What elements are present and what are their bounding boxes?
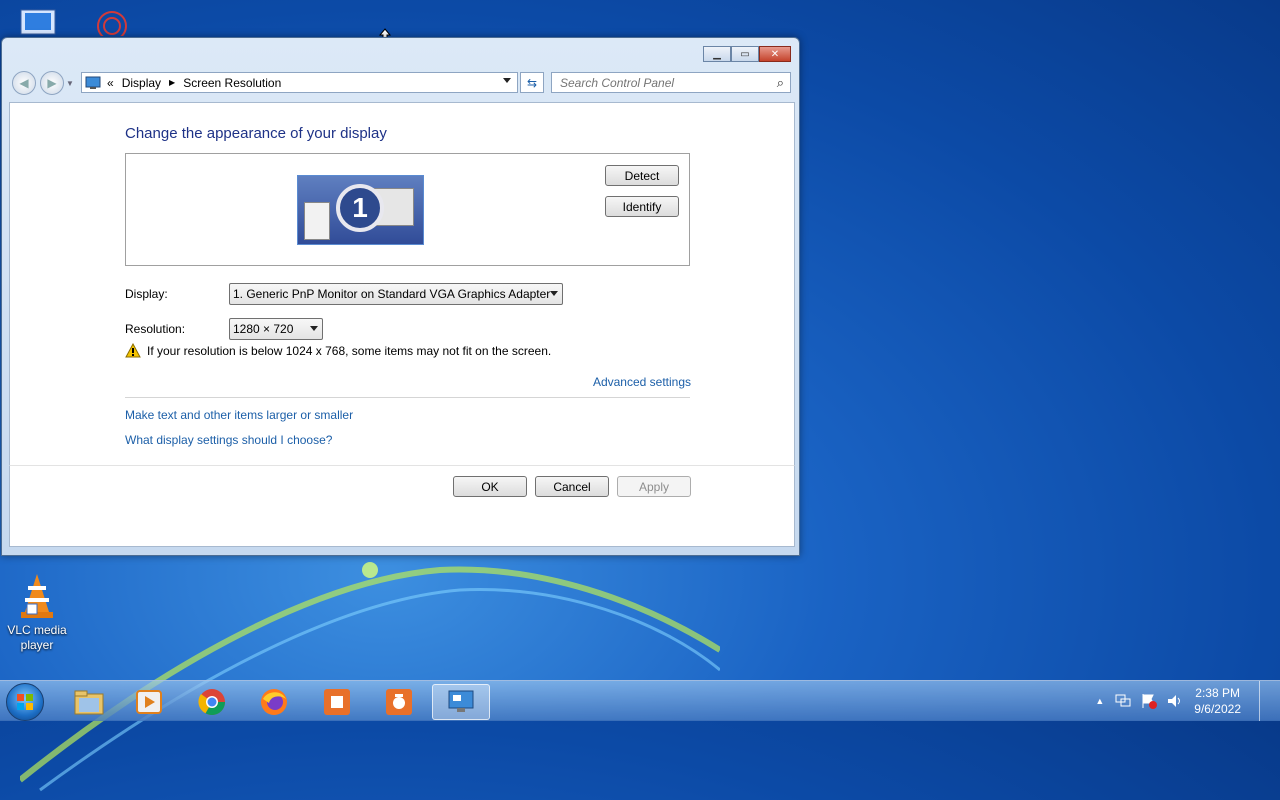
taskbar-display-settings[interactable] — [432, 684, 490, 720]
address-bar[interactable]: « Display ▶ Screen Resolution — [81, 72, 518, 93]
control-panel-icon — [85, 76, 101, 89]
identify-button[interactable]: Identify — [605, 196, 679, 217]
resolution-dropdown-icon — [310, 326, 318, 331]
close-icon: ✕ — [770, 48, 780, 60]
start-button[interactable] — [6, 683, 44, 721]
taskbar: ▲ 2:38 PM 9/6/2022 — [0, 680, 1280, 721]
minimize-button[interactable]: ▁ — [703, 46, 731, 62]
breadcrumb-screen-resolution[interactable]: Screen Resolution — [183, 76, 281, 90]
desktop-icon-decoration[interactable] — [88, 8, 136, 41]
forward-button[interactable]: ▶ — [40, 71, 64, 95]
windows-logo-icon — [17, 694, 33, 710]
warning-icon — [125, 343, 141, 358]
caption-buttons: ▁ ▭ ✕ — [703, 46, 791, 62]
clock-date: 9/6/2022 — [1194, 702, 1241, 716]
monitor-1-thumbnail[interactable]: 1 — [297, 175, 424, 245]
desktop-swoosh — [20, 562, 720, 792]
monitor-number-badge: 1 — [336, 184, 384, 232]
maximize-icon: ▭ — [740, 48, 750, 60]
taskbar-explorer[interactable] — [62, 684, 116, 720]
screenshot-app-icon — [324, 689, 350, 715]
breadcrumb-separator-icon[interactable]: ▶ — [169, 78, 175, 87]
taskbar-media-player[interactable] — [122, 684, 176, 720]
show-hidden-icons-icon[interactable]: ▲ — [1095, 696, 1104, 706]
taskbar-screenshot-app[interactable] — [310, 684, 364, 720]
show-desktop-button[interactable] — [1259, 681, 1272, 721]
refresh-button[interactable]: ⇆ — [520, 72, 544, 93]
vlc-label: VLC media player — [7, 623, 67, 652]
display-settings-icon — [448, 690, 474, 712]
volume-icon[interactable] — [1166, 693, 1184, 709]
back-arrow-icon: ◀ — [19, 76, 29, 90]
search-input[interactable] — [558, 74, 762, 91]
resolution-label: Resolution: — [125, 322, 186, 336]
address-overflow[interactable]: « — [107, 76, 114, 90]
firefox-icon — [261, 689, 287, 715]
clock-time: 2:38 PM — [1195, 686, 1240, 700]
resolution-warning: If your resolution is below 1024 x 768, … — [125, 343, 551, 358]
text-size-link[interactable]: Make text and other items larger or smal… — [125, 408, 353, 422]
search-icon[interactable]: ⌕ — [777, 75, 784, 91]
desktop-icon-vlc[interactable]: VLC media player — [4, 572, 70, 653]
media-player-icon — [136, 690, 162, 714]
folder-icon — [74, 690, 104, 715]
screen-resolution-window: ▁ ▭ ✕ ◀ ▶ ▼ « Display ▶ Screen Resolutio… — [1, 37, 800, 556]
display-dropdown-icon — [550, 291, 558, 296]
minimize-icon: ▁ — [713, 48, 721, 60]
display-label: Display: — [125, 287, 168, 301]
monitor-preview-area: 1 Detect Identify — [125, 153, 690, 266]
taskbar-camera-app[interactable] — [372, 684, 426, 720]
resolution-select-value: 1280 × 720 — [233, 322, 294, 336]
monitor-thumb-window-left — [304, 202, 330, 240]
ok-button[interactable]: OK — [453, 476, 527, 497]
breadcrumb-display[interactable]: Display — [122, 76, 161, 90]
taskbar-chrome[interactable] — [185, 684, 239, 720]
clock[interactable]: 2:38 PM 9/6/2022 — [1194, 685, 1241, 717]
system-tray: ▲ 2:38 PM 9/6/2022 — [1095, 681, 1272, 721]
address-dropdown-icon[interactable] — [503, 78, 511, 83]
search-box[interactable]: ⌕ — [551, 72, 791, 93]
desktop-icon-computer[interactable] — [14, 8, 62, 36]
network-icon[interactable] — [1114, 693, 1132, 709]
action-center-icon[interactable] — [1140, 693, 1158, 709]
divider — [125, 397, 690, 398]
content-pane: Change the appearance of your display 1 … — [9, 102, 795, 466]
display-settings-help-link[interactable]: What display settings should I choose? — [125, 433, 332, 447]
back-button[interactable]: ◀ — [12, 71, 36, 95]
apply-button[interactable]: Apply — [617, 476, 691, 497]
refresh-icon: ⇆ — [526, 75, 538, 90]
vlc-cone-icon — [21, 574, 53, 618]
close-button[interactable]: ✕ — [759, 46, 791, 62]
dialog-buttons-area: OK Cancel Apply — [9, 465, 795, 547]
resolution-select[interactable]: 1280 × 720 — [229, 318, 323, 340]
navigation-bar: ◀ ▶ ▼ « Display ▶ Screen Resolution ⇆ ⌕ — [10, 71, 791, 95]
page-title: Change the appearance of your display — [125, 125, 387, 142]
display-select-value: 1. Generic PnP Monitor on Standard VGA G… — [233, 287, 551, 301]
cancel-button[interactable]: Cancel — [535, 476, 609, 497]
forward-arrow-icon: ▶ — [47, 76, 57, 90]
recent-pages-dropdown[interactable]: ▼ — [66, 79, 74, 88]
display-select[interactable]: 1. Generic PnP Monitor on Standard VGA G… — [229, 283, 563, 305]
taskbar-firefox[interactable] — [247, 684, 301, 720]
chrome-icon — [198, 689, 226, 716]
warning-text: If your resolution is below 1024 x 768, … — [147, 343, 552, 358]
camera-app-icon — [386, 689, 412, 715]
monitor-number: 1 — [352, 192, 368, 223]
advanced-settings-link[interactable]: Advanced settings — [593, 375, 691, 389]
maximize-button[interactable]: ▭ — [731, 46, 759, 62]
detect-button[interactable]: Detect — [605, 165, 679, 186]
